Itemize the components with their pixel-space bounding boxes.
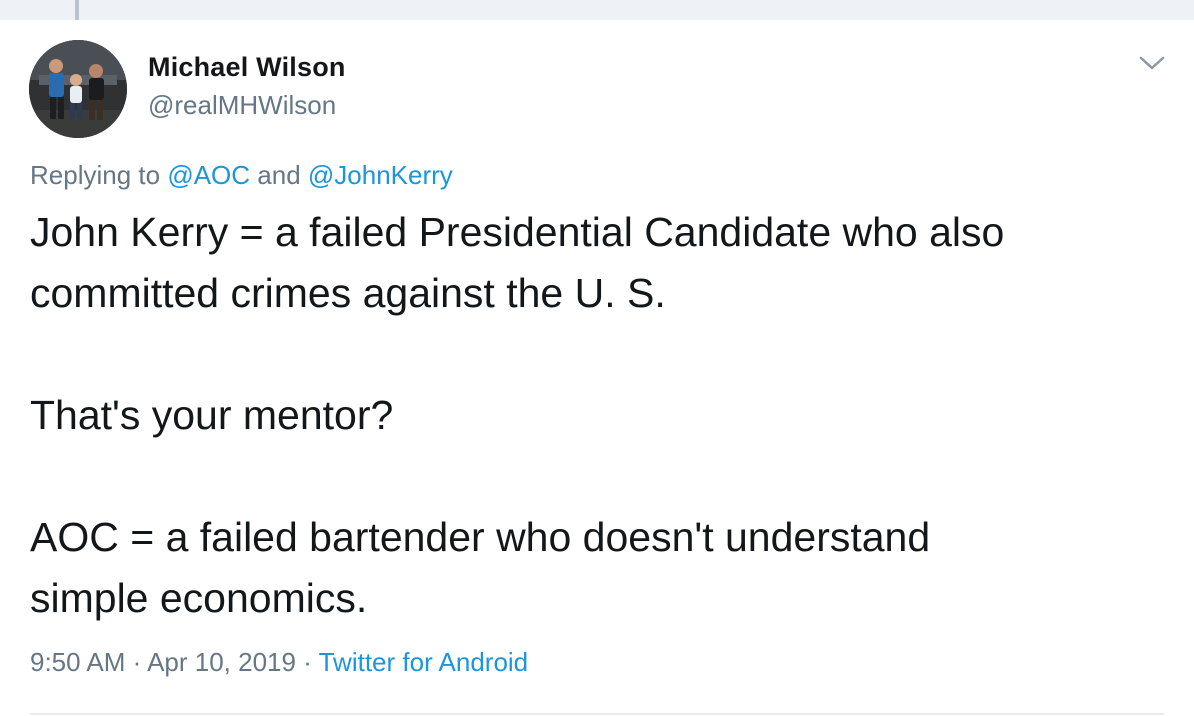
author-name[interactable]: Michael Wilson — [148, 52, 346, 83]
tweet-text-line: committed crimes against the U. S. — [30, 270, 666, 316]
tweet-date[interactable]: Apr 10, 2019 — [147, 647, 296, 677]
mention-johnkerry[interactable]: @JohnKerry — [308, 160, 453, 190]
thread-connector-line — [75, 0, 79, 20]
tweet-text-blank-line — [30, 446, 1170, 507]
replying-to-line: Replying to @AOC and @JohnKerry — [30, 160, 453, 191]
chevron-down-icon — [1139, 56, 1165, 70]
tweet-text-line: John Kerry = a failed Presidential Candi… — [30, 209, 1005, 255]
avatar[interactable] — [29, 40, 127, 138]
replying-to-label: Replying to — [30, 160, 168, 190]
tweet-text: John Kerry = a failed Presidential Candi… — [30, 202, 1170, 629]
tweet-text-blank-line — [30, 324, 1170, 385]
tweet-text-line: simple economics. — [30, 575, 368, 621]
mention-aoc[interactable]: @AOC — [167, 160, 250, 190]
tweet-meta: 9:50 AM · Apr 10, 2019 · Twitter for And… — [30, 647, 528, 678]
page: Michael Wilson @realMHWilson Replying to… — [0, 0, 1194, 716]
avatar-photo — [29, 40, 127, 138]
tweet-source-link[interactable]: Twitter for Android — [319, 647, 529, 677]
replying-to-conjunction: and — [250, 160, 308, 190]
tweet-menu-button[interactable] — [1136, 50, 1168, 76]
author-handle[interactable]: @realMHWilson — [148, 90, 336, 121]
tweet-card: Michael Wilson @realMHWilson Replying to… — [0, 20, 1194, 716]
tweet-text-line: That's your mentor? — [30, 392, 394, 438]
previous-tweet-strip — [0, 0, 1194, 20]
meta-separator: · — [125, 647, 148, 677]
meta-separator: · — [295, 647, 319, 677]
divider — [30, 713, 1164, 715]
tweet-time[interactable]: 9:50 AM — [30, 647, 125, 677]
tweet-text-line: AOC = a failed bartender who doesn't und… — [30, 514, 931, 560]
